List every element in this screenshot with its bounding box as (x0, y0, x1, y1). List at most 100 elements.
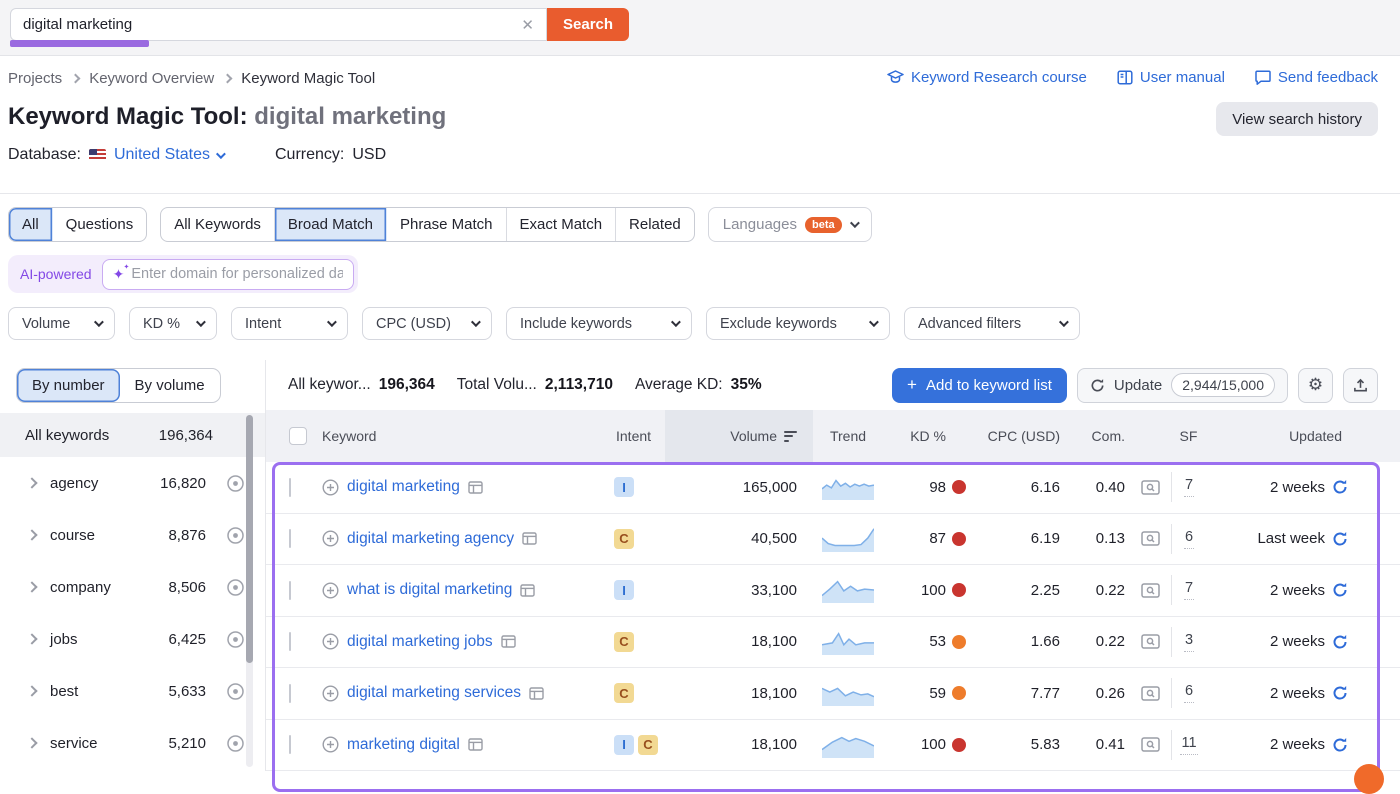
by-volume-toggle[interactable]: By volume (120, 369, 220, 402)
send-feedback-link[interactable]: Send feedback (1255, 69, 1378, 86)
tab-broad-match[interactable]: Broad Match (275, 208, 387, 241)
keyword-link[interactable]: digital marketing services (347, 684, 521, 702)
tab-phrase-match[interactable]: Phrase Match (387, 208, 507, 241)
keyword-link[interactable]: digital marketing agency (347, 530, 514, 548)
add-keyword-icon[interactable] (322, 736, 339, 753)
header-updated[interactable]: Updated (1206, 428, 1356, 444)
keyword-link[interactable]: digital marketing jobs (347, 633, 493, 651)
serp-features-count[interactable]: 7 (1184, 580, 1194, 600)
refresh-metrics-icon[interactable] (1332, 479, 1348, 495)
eye-icon[interactable] (226, 682, 245, 701)
header-com[interactable]: Com. (1064, 428, 1129, 444)
eye-icon[interactable] (226, 526, 245, 545)
refresh-metrics-icon[interactable] (1332, 582, 1348, 598)
view-serp-icon[interactable] (1129, 737, 1171, 752)
advanced-filters[interactable]: Advanced filters (904, 307, 1080, 340)
add-keyword-icon[interactable] (322, 685, 339, 702)
keyword-link[interactable]: digital marketing (347, 478, 460, 496)
view-serp-icon[interactable] (1129, 686, 1171, 701)
database-selector[interactable]: United States (114, 146, 223, 164)
view-serp-icon[interactable] (1129, 531, 1171, 546)
header-volume[interactable]: Volume (665, 410, 813, 462)
intent-badge-commercial[interactable]: C (638, 735, 658, 755)
keyword-overview-icon[interactable] (529, 687, 544, 700)
serp-features-count[interactable]: 7 (1184, 477, 1194, 497)
row-checkbox[interactable] (289, 581, 291, 600)
keyword-overview-icon[interactable] (501, 635, 516, 648)
intent-badge-commercial[interactable]: C (614, 529, 634, 549)
add-to-keyword-list-button[interactable]: + Add to keyword list (892, 368, 1067, 403)
refresh-metrics-icon[interactable] (1332, 634, 1348, 650)
serp-features-count[interactable]: 11 (1180, 735, 1197, 755)
add-keyword-icon[interactable] (322, 633, 339, 650)
breadcrumb-projects[interactable]: Projects (8, 70, 62, 87)
view-search-history-button[interactable]: View search history (1216, 102, 1378, 136)
sidebar-item-course[interactable]: course 8,876 (0, 509, 265, 561)
tab-all[interactable]: All (9, 208, 53, 241)
sidebar-item-company[interactable]: company 8,506 (0, 561, 265, 613)
header-cpc[interactable]: CPC (USD) (970, 428, 1064, 444)
update-button[interactable]: Update 2,944/15,000 (1077, 368, 1288, 403)
sidebar-item-jobs[interactable]: jobs 6,425 (0, 613, 265, 665)
eye-icon[interactable] (226, 474, 245, 493)
keyword-overview-icon[interactable] (468, 738, 483, 751)
sidebar-item-best[interactable]: best 5,633 (0, 665, 265, 717)
breadcrumb-keyword-overview[interactable]: Keyword Overview (89, 70, 214, 87)
header-keyword[interactable]: Keyword (322, 428, 612, 444)
eye-icon[interactable] (226, 578, 245, 597)
sidebar-item-agency[interactable]: agency 16,820 (0, 457, 265, 509)
clear-search-icon[interactable]: ✕ (519, 16, 536, 34)
header-intent[interactable]: Intent (612, 428, 665, 444)
refresh-metrics-icon[interactable] (1332, 685, 1348, 701)
intent-badge-informational[interactable]: I (614, 477, 634, 497)
tab-related[interactable]: Related (616, 208, 694, 241)
intent-badge-commercial[interactable]: C (614, 683, 634, 703)
view-serp-icon[interactable] (1129, 634, 1171, 649)
tab-questions[interactable]: Questions (53, 208, 147, 241)
row-checkbox[interactable] (289, 529, 291, 548)
sidebar-item-all-keywords[interactable]: All keywords 196,364 (0, 413, 265, 457)
serp-features-count[interactable]: 6 (1184, 529, 1194, 549)
view-serp-icon[interactable] (1129, 480, 1171, 495)
row-checkbox[interactable] (289, 632, 291, 651)
sidebar-item-service[interactable]: service 5,210 (0, 717, 265, 769)
add-keyword-icon[interactable] (322, 530, 339, 547)
keyword-overview-icon[interactable] (468, 481, 483, 494)
domain-input[interactable] (131, 266, 342, 282)
serp-features-count[interactable]: 3 (1184, 632, 1194, 652)
intent-badge-informational[interactable]: I (614, 580, 634, 600)
refresh-metrics-icon[interactable] (1332, 737, 1348, 753)
eye-icon[interactable] (226, 630, 245, 649)
row-checkbox[interactable] (289, 735, 291, 754)
kd-filter[interactable]: KD % (129, 307, 217, 340)
view-serp-icon[interactable] (1129, 583, 1171, 598)
row-checkbox[interactable] (289, 478, 291, 497)
keyword-overview-icon[interactable] (520, 584, 535, 597)
eye-icon[interactable] (226, 734, 245, 753)
header-kd[interactable]: KD % (883, 428, 970, 444)
row-checkbox[interactable] (289, 684, 291, 703)
tab-exact-match[interactable]: Exact Match (507, 208, 617, 241)
select-all-checkbox[interactable] (289, 427, 307, 445)
table-settings-button[interactable]: ⚙ (1298, 368, 1333, 403)
chat-widget-button[interactable] (1354, 764, 1384, 794)
include-keywords-filter[interactable]: Include keywords (506, 307, 692, 340)
intent-filter[interactable]: Intent (231, 307, 348, 340)
keyword-research-course-link[interactable]: Keyword Research course (887, 69, 1087, 86)
keyword-link[interactable]: what is digital marketing (347, 581, 512, 599)
sidebar-scrollbar-thumb[interactable] (246, 415, 253, 663)
export-button[interactable] (1343, 368, 1378, 403)
volume-filter[interactable]: Volume (8, 307, 115, 340)
header-sf[interactable]: SF (1171, 428, 1206, 444)
add-keyword-icon[interactable] (322, 582, 339, 599)
languages-dropdown[interactable]: Languages beta (708, 207, 872, 242)
cpc-filter[interactable]: CPC (USD) (362, 307, 492, 340)
intent-badge-commercial[interactable]: C (614, 632, 634, 652)
header-trend[interactable]: Trend (813, 428, 883, 444)
keyword-link[interactable]: marketing digital (347, 736, 460, 754)
refresh-metrics-icon[interactable] (1332, 531, 1348, 547)
exclude-keywords-filter[interactable]: Exclude keywords (706, 307, 890, 340)
serp-features-count[interactable]: 6 (1184, 683, 1194, 703)
keyword-overview-icon[interactable] (522, 532, 537, 545)
intent-badge-informational[interactable]: I (614, 735, 634, 755)
